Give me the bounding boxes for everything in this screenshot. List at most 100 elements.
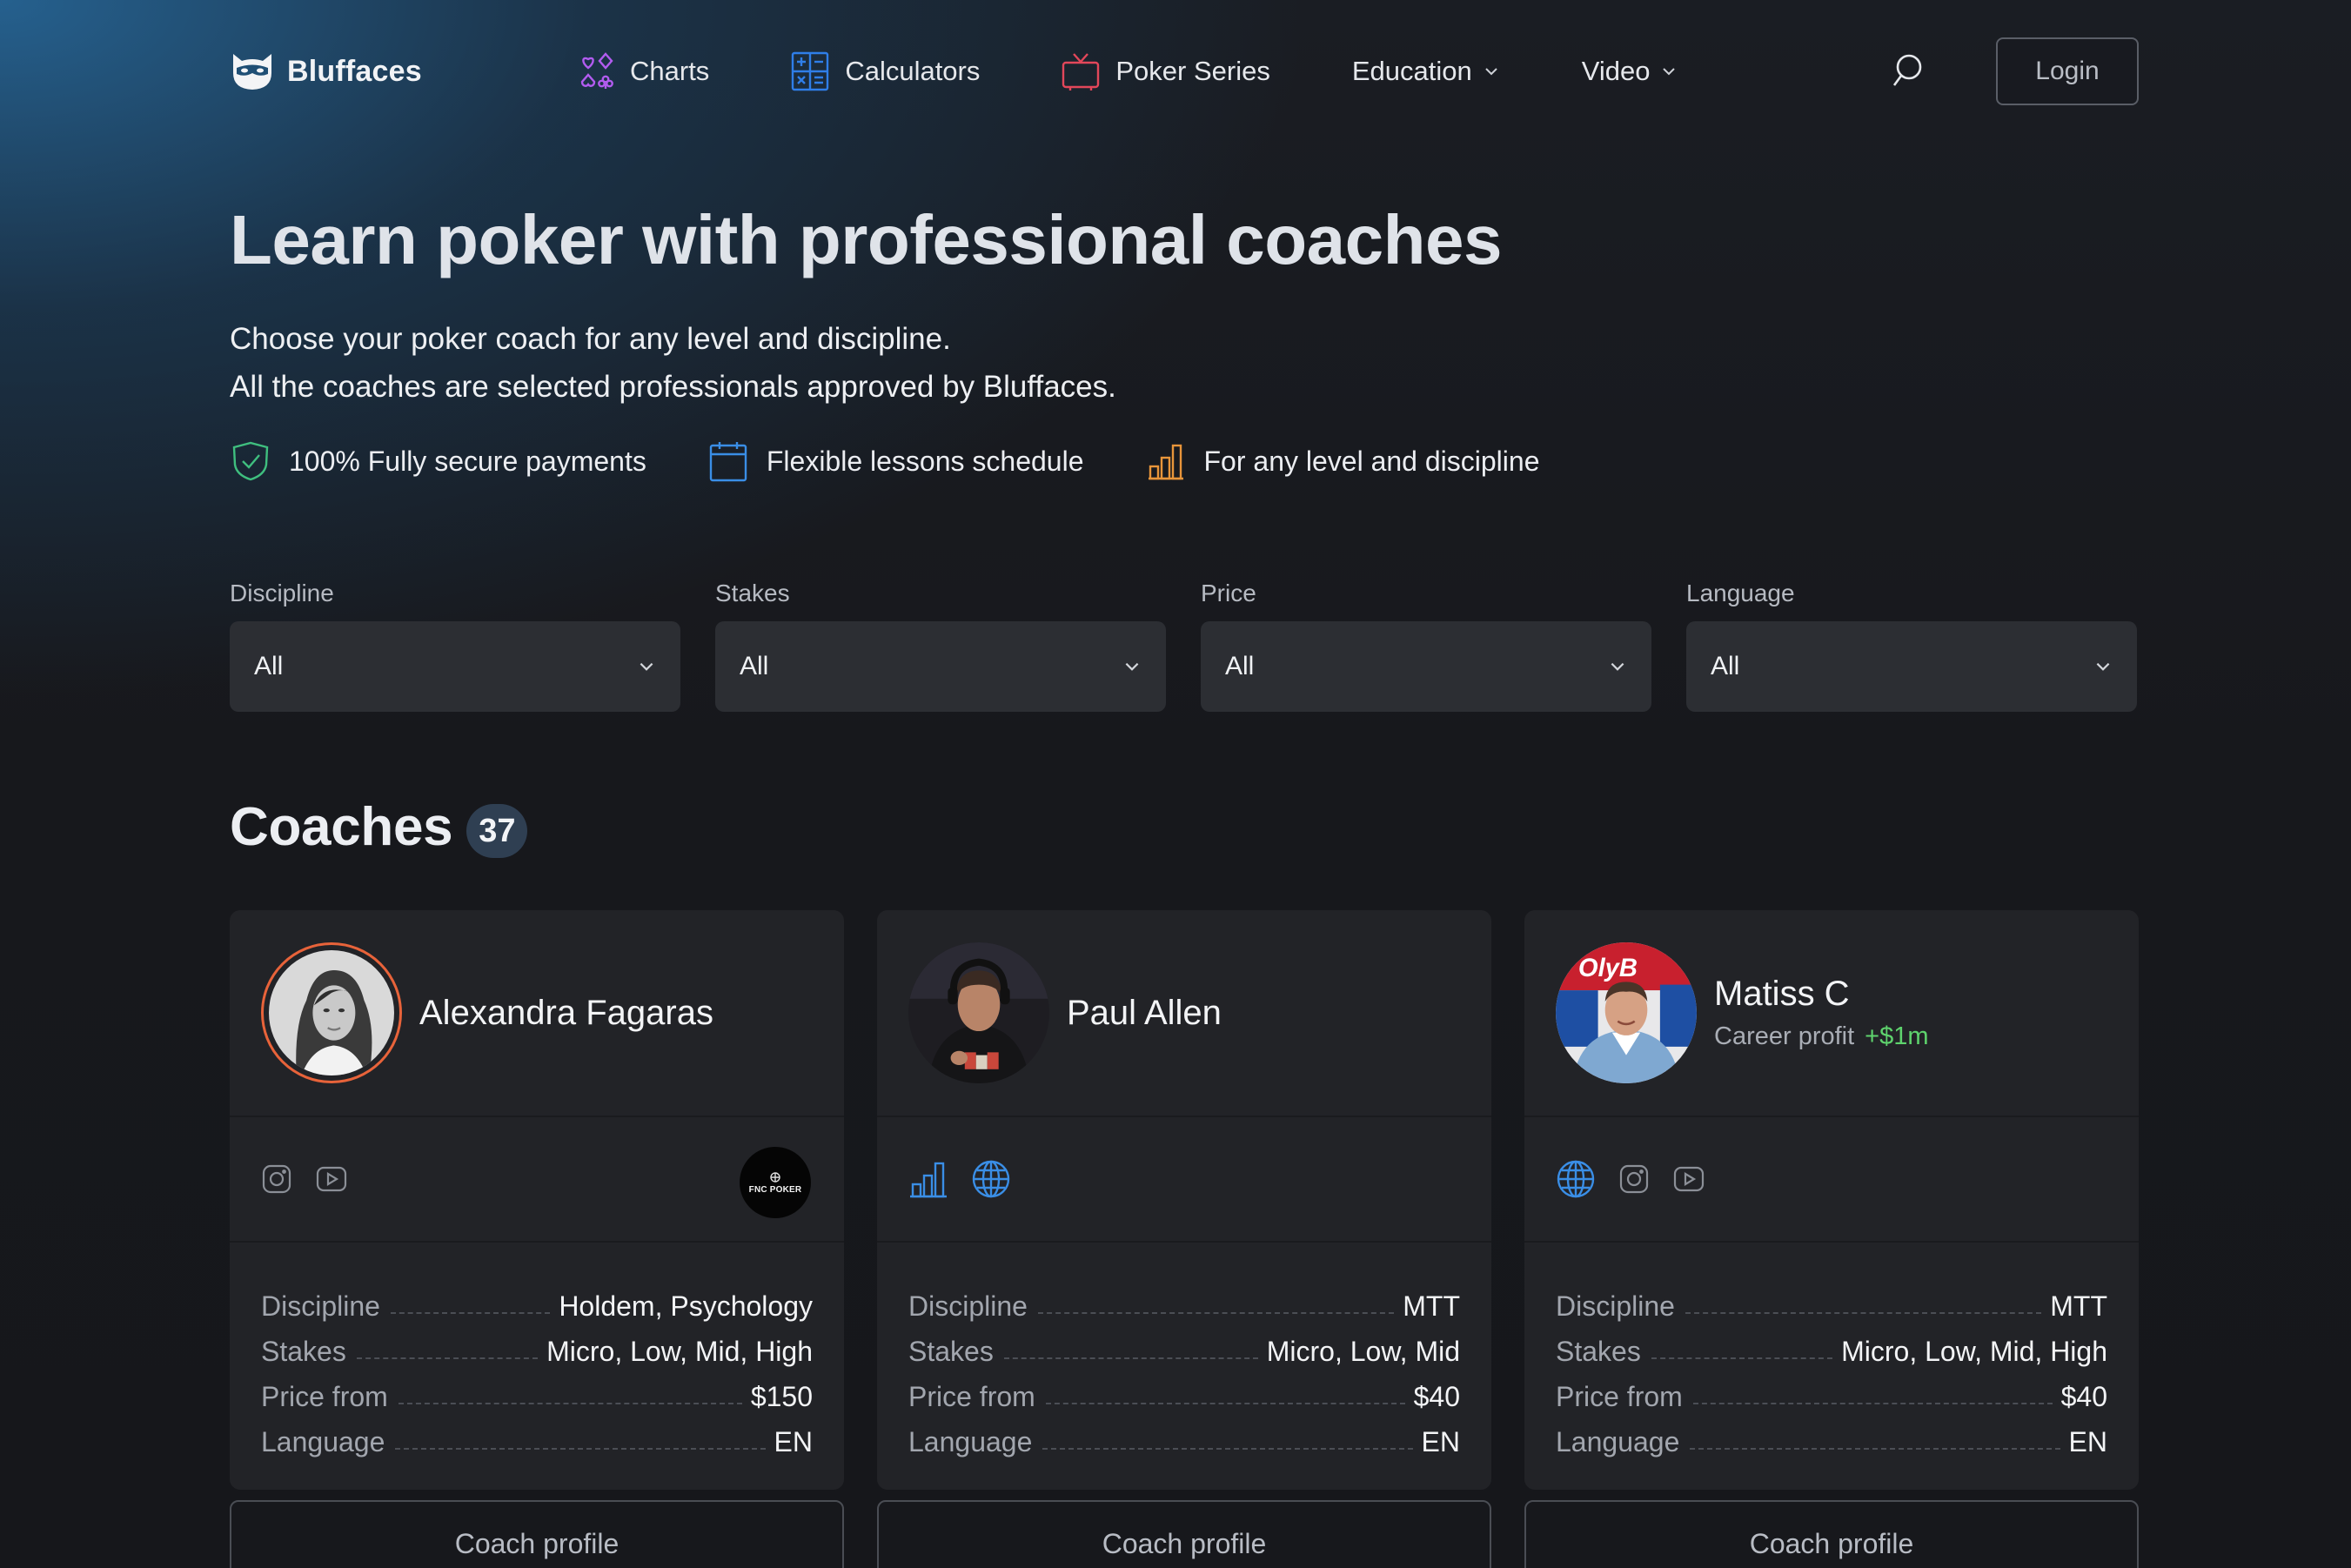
filter-stakes: Stakes All: [715, 580, 1166, 712]
chevron-down-icon: [1485, 68, 1497, 76]
coach-profile-button[interactable]: Coach profile: [877, 1500, 1491, 1568]
detail-row-price: Price from $40: [1556, 1368, 2107, 1413]
detail-key: Price from: [908, 1381, 1035, 1412]
chevron-down-icon: [1125, 662, 1139, 671]
coach-name: Paul Allen: [1067, 993, 1222, 1032]
login-button[interactable]: Login: [1996, 37, 2139, 105]
discipline-select[interactable]: All: [230, 621, 680, 712]
detail-key: Price from: [261, 1381, 388, 1412]
coach-name: Matiss C: [1714, 975, 1850, 1013]
youtube-icon[interactable]: [1672, 1165, 1705, 1193]
stakes-select[interactable]: All: [715, 621, 1166, 712]
detail-value: Micro, Low, Mid: [1266, 1336, 1460, 1367]
shield-check-icon: [232, 441, 269, 481]
detail-value: $150: [750, 1381, 813, 1412]
detail-value: $40: [2060, 1381, 2107, 1412]
brand-logo[interactable]: Bluffaces: [230, 50, 578, 92]
brand-name: Bluffaces: [287, 54, 422, 88]
coach-card-links: [1524, 1117, 2139, 1243]
detail-key: Stakes: [908, 1336, 994, 1367]
coach-card[interactable]: OlyB Matiss C Career profit +$1m Discipl…: [1524, 910, 2139, 1490]
nav-item-education[interactable]: Education: [1352, 56, 1500, 87]
nav-item-calculators[interactable]: Calculators: [791, 51, 980, 91]
detail-row-language: Language EN: [1556, 1413, 2107, 1458]
calculator-icon: [792, 51, 829, 91]
nav-item-video[interactable]: Video: [1582, 56, 1678, 87]
detail-value: EN: [2068, 1426, 2107, 1457]
avatar: [261, 942, 402, 1083]
feature-label: Flexible lessons schedule: [766, 445, 1084, 477]
coach-card-column: OlyB Matiss C Career profit +$1m Discipl…: [1524, 910, 2139, 1568]
coach-profile-button[interactable]: Coach profile: [230, 1500, 844, 1568]
detail-key: Language: [1556, 1426, 1680, 1457]
detail-key: Discipline: [908, 1290, 1028, 1322]
coach-card-header: Paul Allen: [877, 910, 1491, 1117]
detail-row-stakes: Stakes Micro, Low, Mid: [908, 1323, 1460, 1368]
coach-card[interactable]: Paul Allen Discipline MTT Stakes Micro, …: [877, 910, 1491, 1490]
avatar: [908, 942, 1049, 1083]
search-button[interactable]: [1883, 47, 1932, 96]
detail-value: Micro, Low, Mid, High: [546, 1336, 813, 1367]
coach-card[interactable]: Alexandra Fagaras FNC POKER Discipline H…: [230, 910, 844, 1490]
feature-label: For any level and discipline: [1203, 445, 1540, 477]
filter-label: Discipline: [230, 580, 334, 606]
coach-name: Alexandra Fagaras: [419, 993, 713, 1032]
sponsor-logo[interactable]: FNC POKER: [740, 1147, 811, 1218]
sponsor-emblem-icon: [770, 1171, 780, 1183]
coach-card-column: Alexandra Fagaras FNC POKER Discipline H…: [230, 910, 844, 1568]
nav-label-education: Education: [1351, 56, 1472, 86]
coaches-count-badge: 37: [466, 804, 528, 858]
select-value: All: [254, 652, 284, 680]
coach-cards: Alexandra Fagaras FNC POKER Discipline H…: [230, 910, 2139, 1568]
detail-row-price: Price from $150: [261, 1368, 813, 1413]
sponsor-name: FNC POKER: [748, 1184, 802, 1195]
filter-label: Stakes: [715, 580, 790, 606]
coach-photo: OlyB: [1556, 942, 1697, 1083]
coach-card-column: Paul Allen Discipline MTT Stakes Micro, …: [877, 910, 1491, 1568]
site-header: Bluffaces Charts Calculators Poker Serie…: [230, 37, 2139, 106]
detail-value: MTT: [1403, 1290, 1460, 1322]
detail-key: Stakes: [261, 1336, 346, 1367]
detail-value: Holdem, Psychology: [559, 1290, 813, 1322]
coaches-title: Coaches: [230, 796, 453, 857]
coach-card-links: [877, 1117, 1491, 1243]
instagram-icon[interactable]: [1618, 1163, 1650, 1195]
coach-profile-button[interactable]: Coach profile: [1524, 1500, 2139, 1568]
coach-photo: [269, 950, 394, 1075]
chevron-down-icon: [640, 662, 653, 671]
youtube-icon[interactable]: [315, 1165, 348, 1193]
career-profit-value: +$1m: [1865, 1022, 1929, 1050]
mask-icon: [233, 54, 271, 90]
select-value: All: [740, 652, 769, 680]
tv-icon: [1062, 53, 1100, 90]
filter-discipline: Discipline All: [230, 580, 680, 712]
coach-details: Discipline MTT Stakes Micro, Low, Mid, Hig…: [1524, 1243, 2139, 1458]
detail-row-stakes: Stakes Micro, Low, Mid, High: [261, 1323, 813, 1368]
globe-icon[interactable]: [971, 1159, 1011, 1199]
detail-row-stakes: Stakes Micro, Low, Mid, High: [1556, 1323, 2107, 1368]
detail-row-discipline: Discipline MTT: [1556, 1277, 2107, 1323]
chevron-down-icon: [1663, 68, 1676, 76]
filter-label: Price: [1201, 580, 1256, 606]
hero-subtitle-line-2: All the coaches are selected professiona…: [230, 370, 1116, 404]
detail-key: Discipline: [1556, 1290, 1675, 1322]
coach-details: Discipline Holdem, Psychology Stakes Micro…: [230, 1243, 844, 1458]
detail-row-discipline: Discipline Holdem, Psychology: [261, 1277, 813, 1323]
coach-card-header: OlyB Matiss C Career profit +$1m: [1524, 910, 2139, 1117]
detail-value: Micro, Low, Mid, High: [1841, 1336, 2107, 1367]
detail-key: Discipline: [261, 1290, 380, 1322]
stats-icon[interactable]: [908, 1160, 948, 1198]
nav-item-poker-series[interactable]: Poker Series: [1062, 52, 1270, 90]
coach-photo: [908, 942, 1049, 1083]
feature-secure-payments: 100% Fully secure payments: [231, 440, 646, 482]
detail-row-discipline: Discipline MTT: [908, 1277, 1460, 1323]
coach-card-header: Alexandra Fagaras: [230, 910, 844, 1117]
globe-icon[interactable]: [1556, 1159, 1596, 1199]
filter-price: Price All: [1201, 580, 1651, 712]
nav-item-charts[interactable]: Charts: [579, 51, 709, 91]
instagram-icon[interactable]: [261, 1163, 292, 1195]
detail-value: EN: [774, 1426, 813, 1457]
page-title: Learn poker with professional coaches: [230, 201, 1502, 278]
language-select[interactable]: All: [1686, 621, 2137, 712]
price-select[interactable]: All: [1201, 621, 1651, 712]
